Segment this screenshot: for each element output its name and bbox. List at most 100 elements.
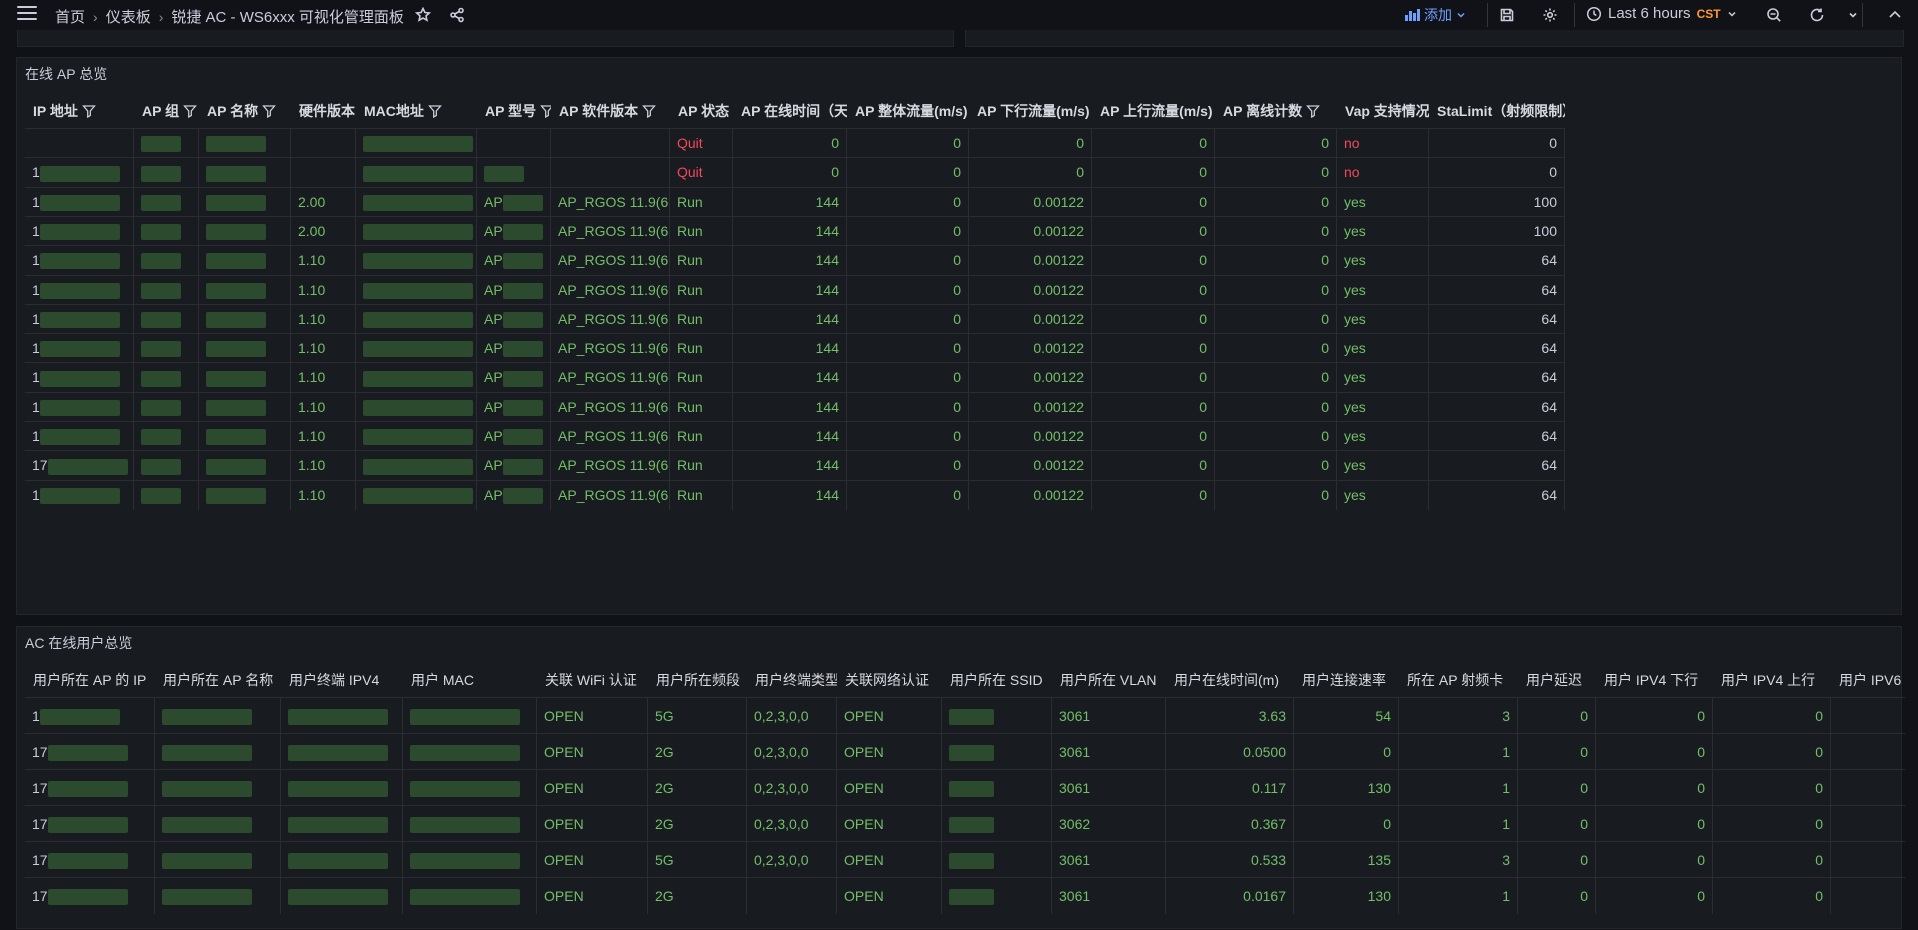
cell-sw: AP_RGOS 11.9(6...: [551, 480, 670, 510]
column-header-ap-name[interactable]: 用户所在 AP 名称: [155, 663, 281, 697]
cell-value: AP_RGOS 11.9(6...: [558, 457, 670, 474]
filter-icon[interactable]: [540, 96, 551, 119]
column-header-net-auth[interactable]: 关联网络认证: [837, 663, 942, 697]
column-header-ssid[interactable]: 用户所在 SSID: [942, 663, 1052, 697]
cell-value: AP_RGOS 11.9(6...: [558, 193, 670, 210]
cell-vap: yes: [1337, 246, 1429, 276]
table-row: 1 1.10 AP AP_RGOS 11.9(6... Run 144 0 0.00122 0 0…: [25, 421, 1565, 451]
column-header-band[interactable]: 用户所在频段: [648, 663, 747, 697]
cell-mac: [356, 304, 477, 334]
cell-down: 0.00122: [969, 363, 1092, 393]
collapse-icon[interactable]: [1884, 4, 1906, 26]
cell-terminal-type: 0,2,3,0,0: [747, 806, 837, 842]
column-header-stalimit[interactable]: StaLimit（射频限制）: [1429, 94, 1565, 128]
cell-value: 0,2,3,0,0: [754, 816, 809, 832]
cell-rate: 0: [1294, 734, 1399, 770]
cell-ipv4-up: 0: [1713, 842, 1831, 878]
cell-hw: 1.10: [291, 246, 356, 276]
cell-value: OPEN: [844, 744, 884, 760]
cell-value: 0: [1697, 888, 1705, 904]
column-header-ipv4-down[interactable]: 用户 IPV4 下行: [1596, 663, 1713, 697]
cell-value: 0.00122: [1033, 486, 1084, 503]
cell-sw: AP_RGOS 11.9(6...: [551, 451, 670, 481]
column-header-mac[interactable]: MAC地址: [356, 94, 477, 128]
cell-value: 64: [1541, 369, 1557, 386]
cell-mac: [403, 734, 537, 770]
cell-ipv4: [281, 698, 403, 734]
filter-icon[interactable]: [1306, 96, 1320, 119]
refresh-interval-dropdown[interactable]: [1842, 4, 1864, 26]
filter-icon[interactable]: [183, 96, 197, 119]
column-header-terminal-type[interactable]: 用户终端类型: [747, 663, 837, 697]
cell-value: 1.10: [298, 340, 326, 357]
column-header-total[interactable]: AP 整体流量(m/s): [847, 94, 969, 128]
redacted-value: [206, 224, 266, 241]
cell-model: AP: [477, 392, 551, 422]
column-header-down[interactable]: AP 下行流量(m/s): [969, 94, 1092, 128]
gear-icon[interactable]: [1539, 4, 1561, 26]
cell-total: 0: [847, 246, 969, 276]
column-header-rate[interactable]: 用户连接速率: [1294, 663, 1399, 697]
cell-value: OPEN: [844, 888, 884, 904]
breadcrumb: 首页 › 仪表板 › 锐捷 AC - WS6xxx 可视化管理面板: [55, 6, 404, 27]
save-icon[interactable]: [1496, 4, 1518, 26]
cell-net-auth: OPEN: [837, 698, 942, 734]
redacted-value: [949, 709, 994, 726]
filter-icon[interactable]: [81, 96, 96, 119]
cell-ip: 1: [25, 304, 134, 334]
column-header-up[interactable]: AP 上行流量(m/s): [1092, 94, 1215, 128]
column-header-ip[interactable]: IP 地址: [25, 94, 134, 128]
redacted-value: [206, 429, 266, 446]
column-header-ipv6[interactable]: 用户 IPV6: [1831, 663, 1905, 697]
cell-value: 3062: [1059, 816, 1091, 832]
star-icon[interactable]: [412, 4, 434, 26]
filter-icon[interactable]: [642, 96, 656, 119]
column-header-ipv4[interactable]: 用户终端 IPV4: [281, 663, 403, 697]
column-header-uptime[interactable]: AP 在线时间（天）: [733, 94, 847, 128]
table-row: 1 1.10 AP AP_RGOS 11.9(6... Run 144 0 0.00122 0 0…: [25, 274, 1565, 305]
column-header-wifi-auth[interactable]: 关联 WiFi 认证: [537, 663, 648, 697]
cell-value: 0.00122: [1033, 222, 1084, 239]
cell-ipv4-down: 0: [1596, 770, 1713, 806]
cell-band: 2G: [648, 806, 747, 842]
cell-status: Run: [670, 480, 733, 510]
add-panel-button[interactable]: 添加: [1405, 5, 1466, 25]
column-header-vap[interactable]: Vap 支持情况: [1337, 94, 1429, 128]
column-header-mac[interactable]: 用户 MAC: [403, 663, 537, 697]
column-header-ipv4-up[interactable]: 用户 IPV4 上行: [1713, 663, 1831, 697]
column-header-hw[interactable]: 硬件版本: [291, 94, 356, 128]
column-header-radio[interactable]: 所在 AP 射频卡: [1399, 663, 1518, 697]
column-header-model[interactable]: AP 型号: [477, 94, 551, 128]
cell-ipv4: [281, 878, 403, 914]
cell-online-time: 0.0500: [1166, 734, 1294, 770]
column-header-ap-ip[interactable]: 用户所在 AP 的 IP: [25, 663, 155, 697]
column-header-name[interactable]: AP 名称: [199, 94, 291, 128]
column-header-group[interactable]: AP 组: [134, 94, 199, 128]
column-header-offline[interactable]: AP 离线计数: [1215, 94, 1337, 128]
column-header-sw[interactable]: AP 软件版本: [551, 94, 670, 128]
cell-ap-ip: 1: [25, 698, 155, 734]
filter-icon[interactable]: [427, 96, 442, 119]
cell-value: 1: [32, 398, 40, 415]
breadcrumb-dashboards[interactable]: 仪表板: [106, 6, 151, 27]
redacted-value: [949, 781, 994, 798]
cell-vap: yes: [1337, 304, 1429, 334]
cell-value: 0: [1199, 164, 1207, 181]
breadcrumb-home[interactable]: 首页: [55, 6, 85, 27]
share-icon[interactable]: [446, 4, 468, 26]
column-header-delay[interactable]: 用户延迟: [1518, 663, 1596, 697]
cell-uptime: 144: [733, 334, 847, 364]
zoom-out-icon[interactable]: [1763, 4, 1785, 26]
menu-icon[interactable]: [17, 6, 37, 22]
filter-icon[interactable]: [262, 96, 276, 119]
column-header-status[interactable]: AP 状态: [670, 94, 733, 128]
cell-stalimit: 64: [1429, 304, 1565, 334]
cell-down: 0.00122: [969, 334, 1092, 364]
time-range-picker[interactable]: Last 6 hours CST: [1586, 5, 1737, 22]
refresh-icon[interactable]: [1806, 4, 1828, 26]
cell-sw: AP_RGOS 11.9(6...: [551, 363, 670, 393]
column-header-online-time[interactable]: 用户在线时间(m): [1166, 663, 1294, 697]
cell-up: 0: [1092, 422, 1215, 451]
column-header-vlan[interactable]: 用户所在 VLAN: [1052, 663, 1166, 697]
cell-value: no: [1344, 135, 1360, 151]
